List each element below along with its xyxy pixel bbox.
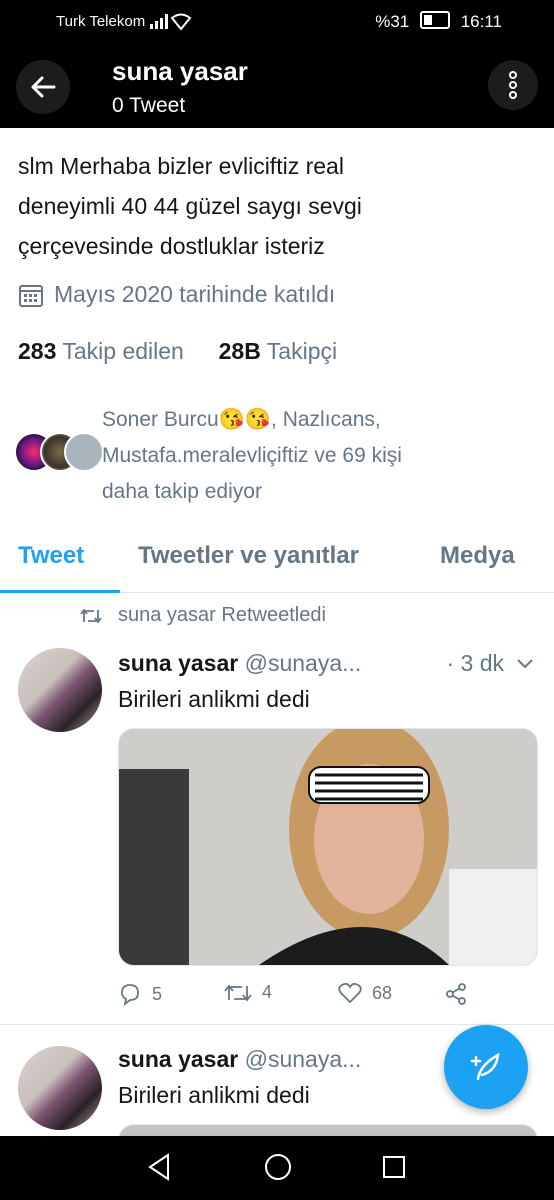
joined-text: Mayıs 2020 tarihinde katıldı [54, 281, 336, 307]
following-link[interactable]: 283 Takip edilen [18, 338, 184, 364]
retweet-context: suna yasar Retweetledi [80, 604, 326, 627]
status-right: %31 16:11 [375, 11, 502, 32]
compose-feather-icon [470, 1052, 500, 1081]
followers-count: 28B [218, 338, 261, 364]
tweet-text: Birileri anlikmi dedi [118, 686, 310, 712]
retweet-count: 4 [262, 982, 273, 1002]
tab-media[interactable]: Medya [440, 542, 515, 570]
more-vertical-icon [509, 71, 517, 99]
followers-link[interactable]: 28B Takipçi [219, 338, 338, 364]
followed-by-line: Mustafa.meralevliçiftiz ve 69 kişi [102, 444, 402, 467]
retweet-button[interactable]: 4 [224, 982, 272, 1003]
back-triangle-icon[interactable] [146, 1152, 172, 1182]
profile-header: suna yasar 0 Tweet [0, 42, 554, 128]
followed-by-line: Soner Burcu😘😘, Nazlıcans, [102, 408, 381, 431]
divider [0, 1024, 554, 1025]
share-icon [446, 983, 466, 1005]
more-options-button[interactable] [488, 60, 538, 110]
status-bar: Turk Telekom %31 16:11 [0, 0, 554, 42]
tab-tweet[interactable]: Tweet [18, 542, 84, 570]
retweet-label: suna yasar Retweetledi [118, 604, 326, 626]
profile-bio: slm Merhaba bizler evliciftiz real deney… [18, 146, 538, 266]
joined-date: Mayıs 2020 tarihinde katıldı [18, 281, 335, 308]
tweet-author[interactable]: suna yasar [118, 1046, 238, 1072]
like-button[interactable]: 68 [338, 982, 392, 1004]
followed-by-line: daha takip ediyor [102, 480, 262, 503]
profile-tabs: Tweet Tweetler ve yanıtlar Medya [0, 530, 554, 593]
tweet-time: · 3 dk [446, 650, 504, 676]
calendar-icon [19, 284, 43, 307]
following-label: Takip edilen [62, 338, 184, 364]
header-name: suna yasar [112, 56, 248, 86]
avatar [64, 432, 104, 472]
follower-avatars [14, 432, 104, 472]
reply-count: 5 [152, 983, 163, 1004]
follow-stats: 283 Takip edilen 28B Takipçi [18, 338, 337, 365]
bio-line: çerçevesinde dostluklar isteriz [18, 233, 325, 259]
tweet-text: Birileri anlikmi dedi [118, 1082, 310, 1108]
battery-icon [419, 11, 450, 29]
heart-icon [338, 982, 362, 1004]
chevron-down-icon[interactable] [516, 658, 534, 670]
retweet-icon [224, 984, 252, 1001]
tweet-image[interactable] [118, 1124, 538, 1136]
photo [119, 729, 537, 965]
avatar[interactable] [18, 1046, 102, 1130]
tab-tweets-and-replies[interactable]: Tweetler ve yanıtlar [138, 542, 359, 570]
battery-percent: %31 [375, 12, 410, 31]
followers-label: Takipçi [266, 338, 338, 364]
signal-wifi-icon [150, 12, 192, 34]
tweet-image[interactable] [118, 728, 538, 966]
tweet-handle: @sunaya... [244, 650, 362, 676]
carrier-name: Turk Telekom [56, 13, 146, 30]
header-tweet-count: 0 Tweet [112, 94, 186, 117]
compose-tweet-button[interactable] [444, 1025, 528, 1109]
bio-line: deneyimli 40 44 güzel saygı sevgi [18, 193, 362, 219]
arrow-left-icon [31, 76, 56, 98]
active-tab-indicator [0, 590, 120, 593]
recents-square-icon[interactable] [382, 1155, 406, 1179]
reply-button[interactable]: 5 [118, 982, 162, 1006]
following-count: 283 [18, 338, 57, 364]
tweet-handle: @sunaya... [244, 1046, 362, 1072]
share-button[interactable] [444, 982, 468, 1006]
bio-line: slm Merhaba bizler evliciftiz real [18, 153, 344, 179]
clock: 16:11 [460, 12, 502, 31]
tweet-author[interactable]: suna yasar [118, 650, 238, 676]
system-navigation-bar [0, 1136, 554, 1200]
tweet[interactable]: suna yasar Retweetledi suna yasar @sunay… [0, 604, 554, 1024]
retweet-icon [80, 608, 102, 623]
followed-by-text: Soner Burcu😘😘, Nazlıcans, Mustafa.merale… [102, 402, 542, 510]
reply-icon [121, 984, 139, 1006]
home-circle-icon[interactable] [263, 1152, 293, 1182]
tweet-actions: 5 4 68 [118, 982, 538, 1012]
avatar[interactable] [18, 648, 102, 732]
like-count: 68 [372, 982, 393, 1003]
back-button[interactable] [16, 60, 70, 114]
